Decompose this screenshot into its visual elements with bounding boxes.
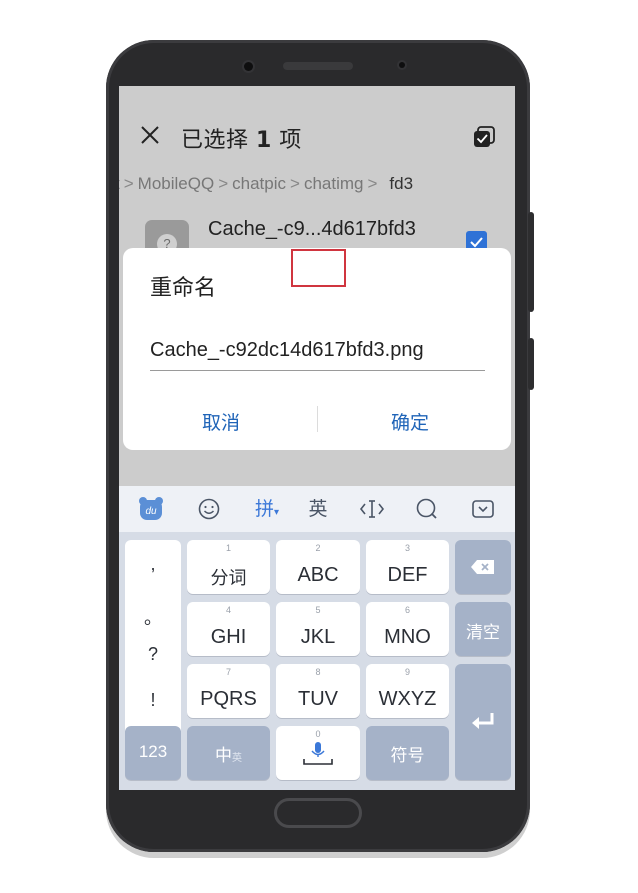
key-8[interactable]: 8 TUV <box>276 664 360 718</box>
baidu-input-logo-icon[interactable]: du <box>137 496 165 522</box>
dialog-title: 重命名 <box>150 276 217 301</box>
screen: 已选择 1 项 t>MobileQQ>chatpic>chatimg>fd3 ?… <box>119 86 515 790</box>
breadcrumb-current: fd3 <box>389 174 414 193</box>
hide-keyboard-icon[interactable] <box>471 496 495 522</box>
key-6[interactable]: 6 MNO <box>366 602 449 656</box>
filename-extension: .png <box>384 339 424 361</box>
keyboard-toolbar: du 拼▾ 英 <box>119 486 515 532</box>
front-camera <box>244 62 253 71</box>
keyboard: , 。 ? ! 1 分词 2 ABC 3 DEF 4 GHI 5 JKL 6 MNO 清空 … <box>119 532 515 790</box>
symbol-button[interactable]: 符号 <box>366 726 449 780</box>
home-button[interactable] <box>274 798 362 828</box>
button-divider <box>317 406 318 432</box>
file-name: Cache_-c9...4d617bfd3 <box>208 218 416 240</box>
cancel-button[interactable]: 取消 <box>202 408 240 435</box>
enter-icon <box>472 713 494 729</box>
punct-exclaim-key[interactable]: ! <box>125 690 181 711</box>
backspace-icon <box>471 560 494 574</box>
breadcrumb: t>MobileQQ>chatpic>chatimg>fd3 <box>119 174 413 194</box>
breadcrumb-item[interactable]: chatpic <box>232 174 286 193</box>
volume-button <box>528 212 534 312</box>
close-icon[interactable] <box>137 122 163 148</box>
clear-button[interactable]: 清空 <box>455 602 511 656</box>
emoji-icon[interactable] <box>197 496 221 522</box>
enter-button[interactable] <box>455 664 511 780</box>
number-mode-button[interactable]: 123 <box>125 726 181 780</box>
key-3[interactable]: 3 DEF <box>366 540 449 594</box>
chevron-right-icon: > <box>290 174 300 193</box>
breadcrumb-item[interactable]: MobileQQ <box>138 174 215 193</box>
breadcrumb-item[interactable]: chatimg <box>304 174 364 193</box>
pinyin-mode-button[interactable]: 拼▾ <box>251 496 283 522</box>
backspace-button[interactable] <box>455 540 511 594</box>
punct-question-key[interactable]: ? <box>125 644 181 665</box>
cursor-move-icon[interactable] <box>359 496 385 522</box>
svg-text:du: du <box>145 506 157 517</box>
chevron-right-icon: > <box>123 174 134 193</box>
filename-input[interactable]: Cache_-c92dc14d617bfd3.png <box>150 337 485 371</box>
confirm-button[interactable]: 确定 <box>391 408 429 435</box>
search-icon[interactable] <box>415 496 439 522</box>
extension-highlight-box <box>291 249 346 287</box>
punct-comma-key[interactable]: , <box>125 554 181 575</box>
sensor <box>399 62 405 68</box>
select-all-icon[interactable] <box>473 126 495 148</box>
punct-period-key[interactable]: 。 <box>125 604 181 630</box>
filename-base: Cache_-c92dc14d617bfd3 <box>150 339 385 361</box>
key-2[interactable]: 2 ABC <box>276 540 360 594</box>
chevron-right-icon: > <box>367 174 378 193</box>
key-7[interactable]: 7 PQRS <box>187 664 270 718</box>
microphone-icon <box>303 742 333 765</box>
key-1[interactable]: 1 分词 <box>187 540 270 594</box>
earpiece-speaker <box>283 62 353 70</box>
power-button <box>528 338 534 390</box>
list-item[interactable]: ? Cache_-c9...4d617bfd3 <box>119 210 515 270</box>
selection-header: 已选择 1 项 <box>119 86 515 186</box>
key-9[interactable]: 9 WXYZ <box>366 664 449 718</box>
chevron-right-icon: > <box>218 174 229 193</box>
breadcrumb-item[interactable]: t <box>119 174 120 193</box>
space-key[interactable]: 0 <box>276 726 360 780</box>
page-title: 已选择 1 项 <box>181 128 302 153</box>
english-mode-button[interactable]: 英 <box>305 496 331 522</box>
key-5[interactable]: 5 JKL <box>276 602 360 656</box>
language-switch-button[interactable]: 中英 <box>187 726 270 780</box>
key-4[interactable]: 4 GHI <box>187 602 270 656</box>
